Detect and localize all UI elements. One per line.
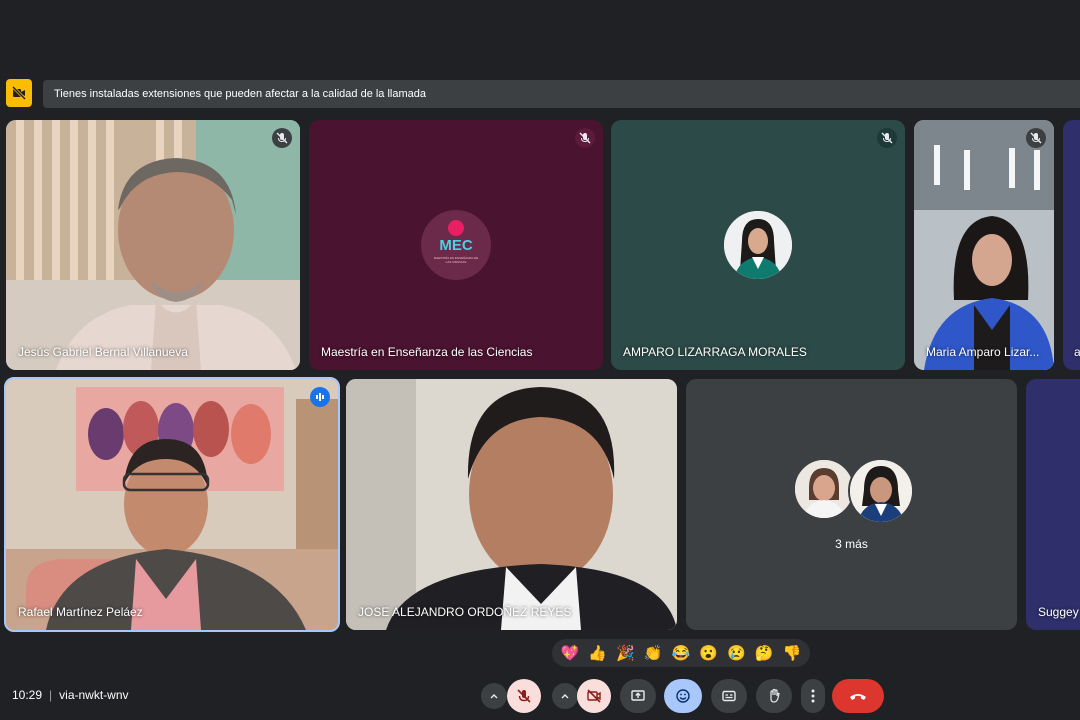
mic-off-icon: [575, 128, 595, 148]
participant-video: [346, 379, 677, 630]
participant-name: Jesús Gabriel Bernal Villanueva: [18, 345, 188, 359]
microphone-toggle-button[interactable]: [507, 679, 541, 713]
participant-video: [914, 120, 1054, 370]
participant-name: Maria Amparo Lizar...: [926, 345, 1040, 359]
participant-tile[interactable]: Maria Amparo Lizar...: [914, 120, 1054, 370]
leave-call-button[interactable]: [832, 679, 884, 713]
participant-video: [6, 120, 300, 370]
participant-name: Suggey T: [1038, 605, 1080, 619]
participant-avatar: [724, 211, 792, 279]
overflow-participants-tile[interactable]: 3 más: [686, 379, 1017, 630]
banner-message: Tienes instaladas extensiones que pueden…: [43, 80, 1080, 108]
mic-off-icon: [272, 128, 292, 148]
present-screen-icon: [631, 690, 645, 701]
participant-tile[interactable]: AMPARO LIZARRAGA MORALES: [611, 120, 905, 370]
participant-avatar: [848, 458, 914, 524]
participant-name: JOSE ALEJANDRO ORDOÑEZ REYES: [358, 605, 572, 619]
video-options-button[interactable]: [552, 683, 578, 709]
reaction-party-popper[interactable]: 🎉: [616, 644, 635, 662]
participant-tile[interactable]: JOSE ALEJANDRO ORDOÑEZ REYES: [346, 379, 677, 630]
participant-name: a: [1074, 345, 1080, 359]
organization-logo: MEC MAESTRÍA EN ENSEÑANZA DE LAS CIENCIA…: [421, 210, 491, 280]
participant-photo: [850, 460, 912, 522]
camera-off-icon: [587, 689, 601, 703]
participant-name: Rafael Martínez Peláez: [18, 605, 143, 619]
mic-off-icon: [877, 128, 897, 148]
raise-hand-button[interactable]: [756, 679, 792, 713]
camera-toggle-button[interactable]: [577, 679, 611, 713]
participant-photo: [724, 211, 792, 279]
logo-subtext: MAESTRÍA EN ENSEÑANZA DE LAS CIENCIAS: [433, 256, 479, 264]
participant-avatar: [793, 458, 855, 520]
reaction-thumbs-down[interactable]: 👎: [783, 644, 802, 662]
captions-button[interactable]: [711, 679, 747, 713]
mic-off-icon: [517, 689, 531, 703]
present-screen-button[interactable]: [620, 679, 656, 713]
meeting-code[interactable]: via-nwkt-wnv: [59, 688, 128, 702]
reaction-surprised[interactable]: 😮: [699, 644, 718, 662]
reaction-crying[interactable]: 😢: [727, 644, 746, 662]
audio-options-button[interactable]: [481, 683, 507, 709]
separator: |: [49, 688, 53, 702]
camera-off-warning-icon[interactable]: [6, 79, 32, 107]
reaction-thumbs-up[interactable]: 👍: [588, 644, 607, 662]
more-participants-label: 3 más: [835, 537, 868, 551]
raise-hand-icon: [770, 688, 780, 703]
reactions-bar: 💖 👍 🎉 👏 😂 😮 😢 🤔 👎: [552, 639, 810, 667]
chevron-up-icon: [561, 694, 569, 699]
emoji-icon: [676, 689, 690, 703]
participant-tile[interactable]: MEC MAESTRÍA EN ENSEÑANZA DE LAS CIENCIA…: [309, 120, 603, 370]
participant-video: [6, 379, 338, 630]
logo-badge-icon: [448, 220, 464, 236]
more-vert-icon: [811, 689, 815, 703]
participant-tile[interactable]: a: [1063, 120, 1080, 370]
mic-off-icon: [1026, 128, 1046, 148]
logo-text: MEC: [439, 237, 473, 254]
participant-name: AMPARO LIZARRAGA MORALES: [623, 345, 807, 359]
participant-tile[interactable]: Suggey T: [1026, 379, 1080, 630]
reaction-laughing[interactable]: 😂: [672, 644, 691, 662]
reaction-thinking[interactable]: 🤔: [755, 644, 774, 662]
more-options-button[interactable]: [801, 679, 825, 713]
chevron-up-icon: [490, 694, 498, 699]
captions-icon: [722, 690, 736, 702]
reaction-sparkling-heart[interactable]: 💖: [561, 644, 580, 662]
participant-photo: [795, 460, 853, 518]
meeting-info: 10:29 | via-nwkt-wnv: [12, 688, 129, 702]
reaction-clapping[interactable]: 👏: [644, 644, 663, 662]
reactions-button[interactable]: [664, 679, 702, 713]
participant-tile[interactable]: Jesús Gabriel Bernal Villanueva: [6, 120, 300, 370]
clock-time: 10:29: [12, 688, 43, 702]
participant-name: Maestría en Enseñanza de las Ciencias: [321, 345, 533, 359]
hang-up-icon: [850, 694, 866, 700]
extensions-warning-banner: Tienes instaladas extensiones que pueden…: [6, 79, 1080, 109]
speaking-indicator-icon: [310, 387, 330, 407]
participant-tile-active-speaker[interactable]: Rafael Martínez Peláez: [4, 377, 340, 632]
